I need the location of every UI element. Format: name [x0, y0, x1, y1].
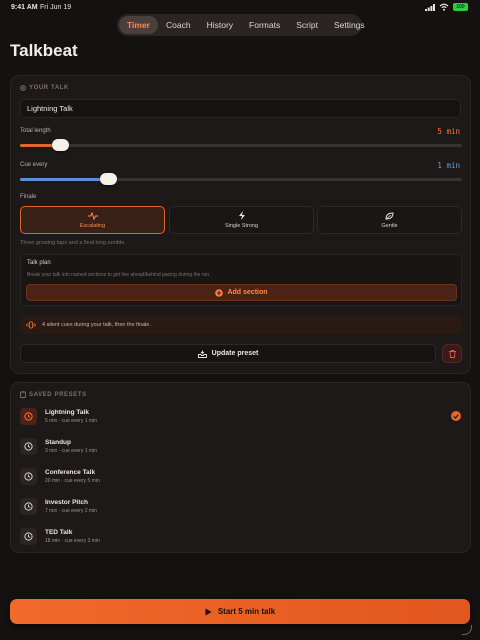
preset-name: TED Talk — [45, 528, 73, 536]
preset-meta: 20 min · cue every 5 min — [45, 477, 100, 484]
circle-icon — [20, 85, 26, 91]
preset-meta: 5 min · cue every 1 min — [45, 417, 97, 424]
status-time: 9:41 AM — [11, 4, 38, 11]
timer-icon — [20, 527, 37, 545]
timer-icon — [20, 497, 37, 515]
add-section-button[interactable]: Add section — [26, 284, 457, 301]
finale-single-strong-label: Single Strong — [224, 223, 259, 229]
status-indicators: 100 — [425, 3, 468, 11]
saved-presets-header: SAVED PRESETS — [20, 391, 87, 398]
cue-every-label: Cue every — [20, 162, 48, 168]
preset-name: Conference Talk — [45, 468, 96, 476]
update-preset-button[interactable]: Update preset — [20, 344, 436, 363]
preset-meta: 18 min · cue every 3 min — [45, 537, 100, 544]
page-title: Talkbeat — [10, 41, 78, 60]
tab-history[interactable]: History — [199, 16, 241, 34]
talk-plan-title: Talk plan — [27, 260, 51, 266]
cue-every-slider[interactable] — [20, 173, 462, 185]
top-nav: Timer Coach History Formats Script Setti… — [117, 14, 365, 36]
preset-item[interactable]: Standup 3 min · cue every 1 min — [20, 434, 462, 458]
tab-script[interactable]: Script — [288, 16, 326, 34]
finale-label: Finale — [20, 194, 37, 200]
finale-hint: Three growing taps and a final long rumb… — [20, 240, 126, 246]
preset-name: Investor Pitch — [45, 498, 88, 506]
total-length-handle[interactable] — [51, 139, 69, 151]
trash-icon — [448, 349, 456, 358]
checkmark-icon — [451, 411, 461, 421]
tab-formats[interactable]: Formats — [241, 16, 288, 34]
tab-timer[interactable]: Timer — [119, 16, 158, 34]
preset-meta: 7 min · cue every 2 min — [45, 507, 97, 514]
wifi-icon — [439, 3, 449, 11]
preset-meta: 3 min · cue every 1 min — [45, 447, 97, 454]
finale-gentle-label: Gentle — [381, 222, 398, 229]
finale-escalating-label: Escalating — [79, 222, 106, 229]
update-preset-label: Update preset — [211, 350, 259, 357]
pulse-icon — [87, 211, 98, 220]
bolt-icon — [238, 211, 245, 220]
saved-presets-card: SAVED PRESETS Lightning Talk 5 min · cue… — [10, 382, 471, 553]
preset-name: Lightning Talk — [45, 408, 89, 416]
total-length-slider[interactable] — [20, 139, 462, 151]
status-date: Fri Jun 19 — [40, 4, 72, 11]
signal-icon — [425, 3, 435, 11]
leaf-icon — [385, 211, 394, 220]
cue-summary-text: 4 silent cues during your talk, then the… — [42, 322, 151, 328]
talk-plan-panel: Talk plan Break your talk into named sec… — [20, 254, 462, 306]
your-talk-card: YOUR TALK Lightning Talk Total length 5 … — [10, 75, 471, 374]
plus-circle-icon — [215, 288, 224, 297]
corner-handle — [462, 625, 472, 635]
preset-item[interactable]: Conference Talk 20 min · cue every 5 min — [20, 464, 462, 488]
total-length-label: Total length — [20, 128, 51, 134]
play-icon — [205, 608, 212, 615]
cue-every-value: 1 min — [437, 161, 460, 170]
delete-preset-button[interactable] — [442, 344, 462, 363]
preset-item[interactable]: Investor Pitch 7 min · cue every 2 min — [20, 494, 462, 518]
timer-icon — [20, 407, 37, 425]
preset-name: Standup — [45, 438, 71, 446]
cue-every-fill — [20, 178, 109, 181]
cue-every-handle[interactable] — [100, 173, 118, 185]
add-section-label: Add section — [227, 289, 268, 296]
start-talk-label: Start 5 min talk — [217, 607, 276, 616]
total-length-value: 5 min — [437, 127, 460, 136]
timer-icon — [20, 437, 37, 455]
finale-escalating[interactable]: Escalating — [20, 206, 165, 234]
saved-presets-label: SAVED PRESETS — [29, 391, 87, 398]
cue-summary: 4 silent cues during your talk, then the… — [20, 316, 462, 334]
preset-item[interactable]: Lightning Talk 5 min · cue every 1 min — [20, 404, 462, 428]
talk-plan-description: Break your talk into named sections to g… — [27, 272, 211, 278]
tray-icon — [197, 350, 207, 358]
start-talk-button[interactable]: Start 5 min talk — [10, 599, 470, 624]
clipboard-icon — [20, 391, 26, 398]
preset-item[interactable]: TED Talk 18 min · cue every 3 min — [20, 524, 462, 548]
your-talk-header: YOUR TALK — [20, 85, 69, 91]
battery-icon: 100 — [453, 3, 468, 11]
finale-gentle[interactable]: Gentle — [317, 206, 462, 234]
your-talk-label: YOUR TALK — [29, 85, 69, 91]
timer-icon — [20, 467, 37, 485]
talk-name-input[interactable]: Lightning Talk — [20, 99, 461, 118]
tab-coach[interactable]: Coach — [158, 16, 199, 34]
finale-single-strong[interactable]: Single Strong — [169, 206, 314, 234]
vibration-icon — [26, 321, 36, 329]
tab-settings[interactable]: Settings — [326, 16, 373, 34]
